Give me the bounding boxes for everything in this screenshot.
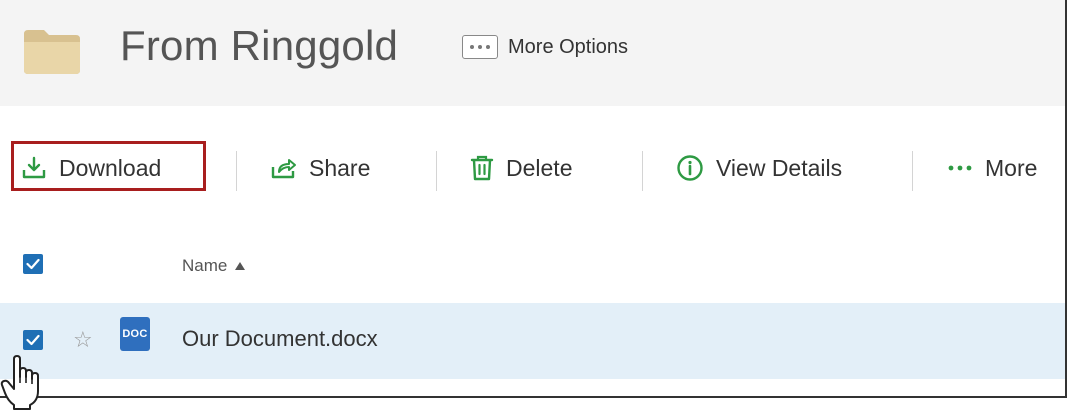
share-label: Share (309, 154, 371, 181)
file-manager-window: From Ringgold More Options Download Shar… (0, 0, 1067, 398)
more-button[interactable]: More (947, 150, 1037, 186)
name-column-label: Name (182, 256, 228, 275)
toolbar-divider (236, 151, 237, 191)
file-row[interactable]: ☆ DOC Our Document.docx (0, 303, 1065, 379)
hand-cursor-icon (0, 355, 39, 410)
check-icon (26, 334, 40, 346)
more-options-label: More Options (508, 35, 629, 58)
share-icon (271, 159, 296, 179)
doc-file-icon: DOC (120, 317, 150, 351)
trash-icon (470, 155, 494, 181)
view-details-label: View Details (716, 154, 843, 181)
toolbar-divider (642, 151, 643, 191)
download-label: Download (59, 154, 162, 181)
download-icon (22, 156, 46, 179)
row-checkbox[interactable] (23, 330, 43, 350)
sort-ascending-icon (235, 262, 246, 270)
star-icon[interactable]: ☆ (73, 329, 93, 351)
more-options-button[interactable]: More Options (462, 34, 628, 60)
ellipsis-icon (462, 35, 498, 59)
ellipsis-icon (948, 165, 972, 171)
delete-label: Delete (506, 154, 573, 181)
info-icon (677, 155, 703, 181)
toolbar-divider (436, 151, 437, 191)
folder-title: From Ringgold (120, 22, 399, 69)
list-header: Name (0, 236, 1065, 298)
action-toolbar: Download Share Delete View Details More (0, 106, 1065, 226)
file-name[interactable]: Our Document.docx (182, 326, 378, 352)
select-all-checkbox[interactable] (23, 254, 43, 274)
name-column-header[interactable]: Name (182, 256, 246, 276)
more-label: More (985, 154, 1038, 181)
toolbar-divider (912, 151, 913, 191)
folder-header: From Ringgold More Options (0, 0, 1065, 106)
folder-icon (24, 30, 80, 74)
delete-button[interactable]: Delete (470, 150, 572, 186)
download-button[interactable]: Download (21, 150, 161, 186)
view-details-button[interactable]: View Details (676, 150, 842, 186)
share-button[interactable]: Share (269, 150, 370, 186)
check-icon (26, 258, 40, 270)
